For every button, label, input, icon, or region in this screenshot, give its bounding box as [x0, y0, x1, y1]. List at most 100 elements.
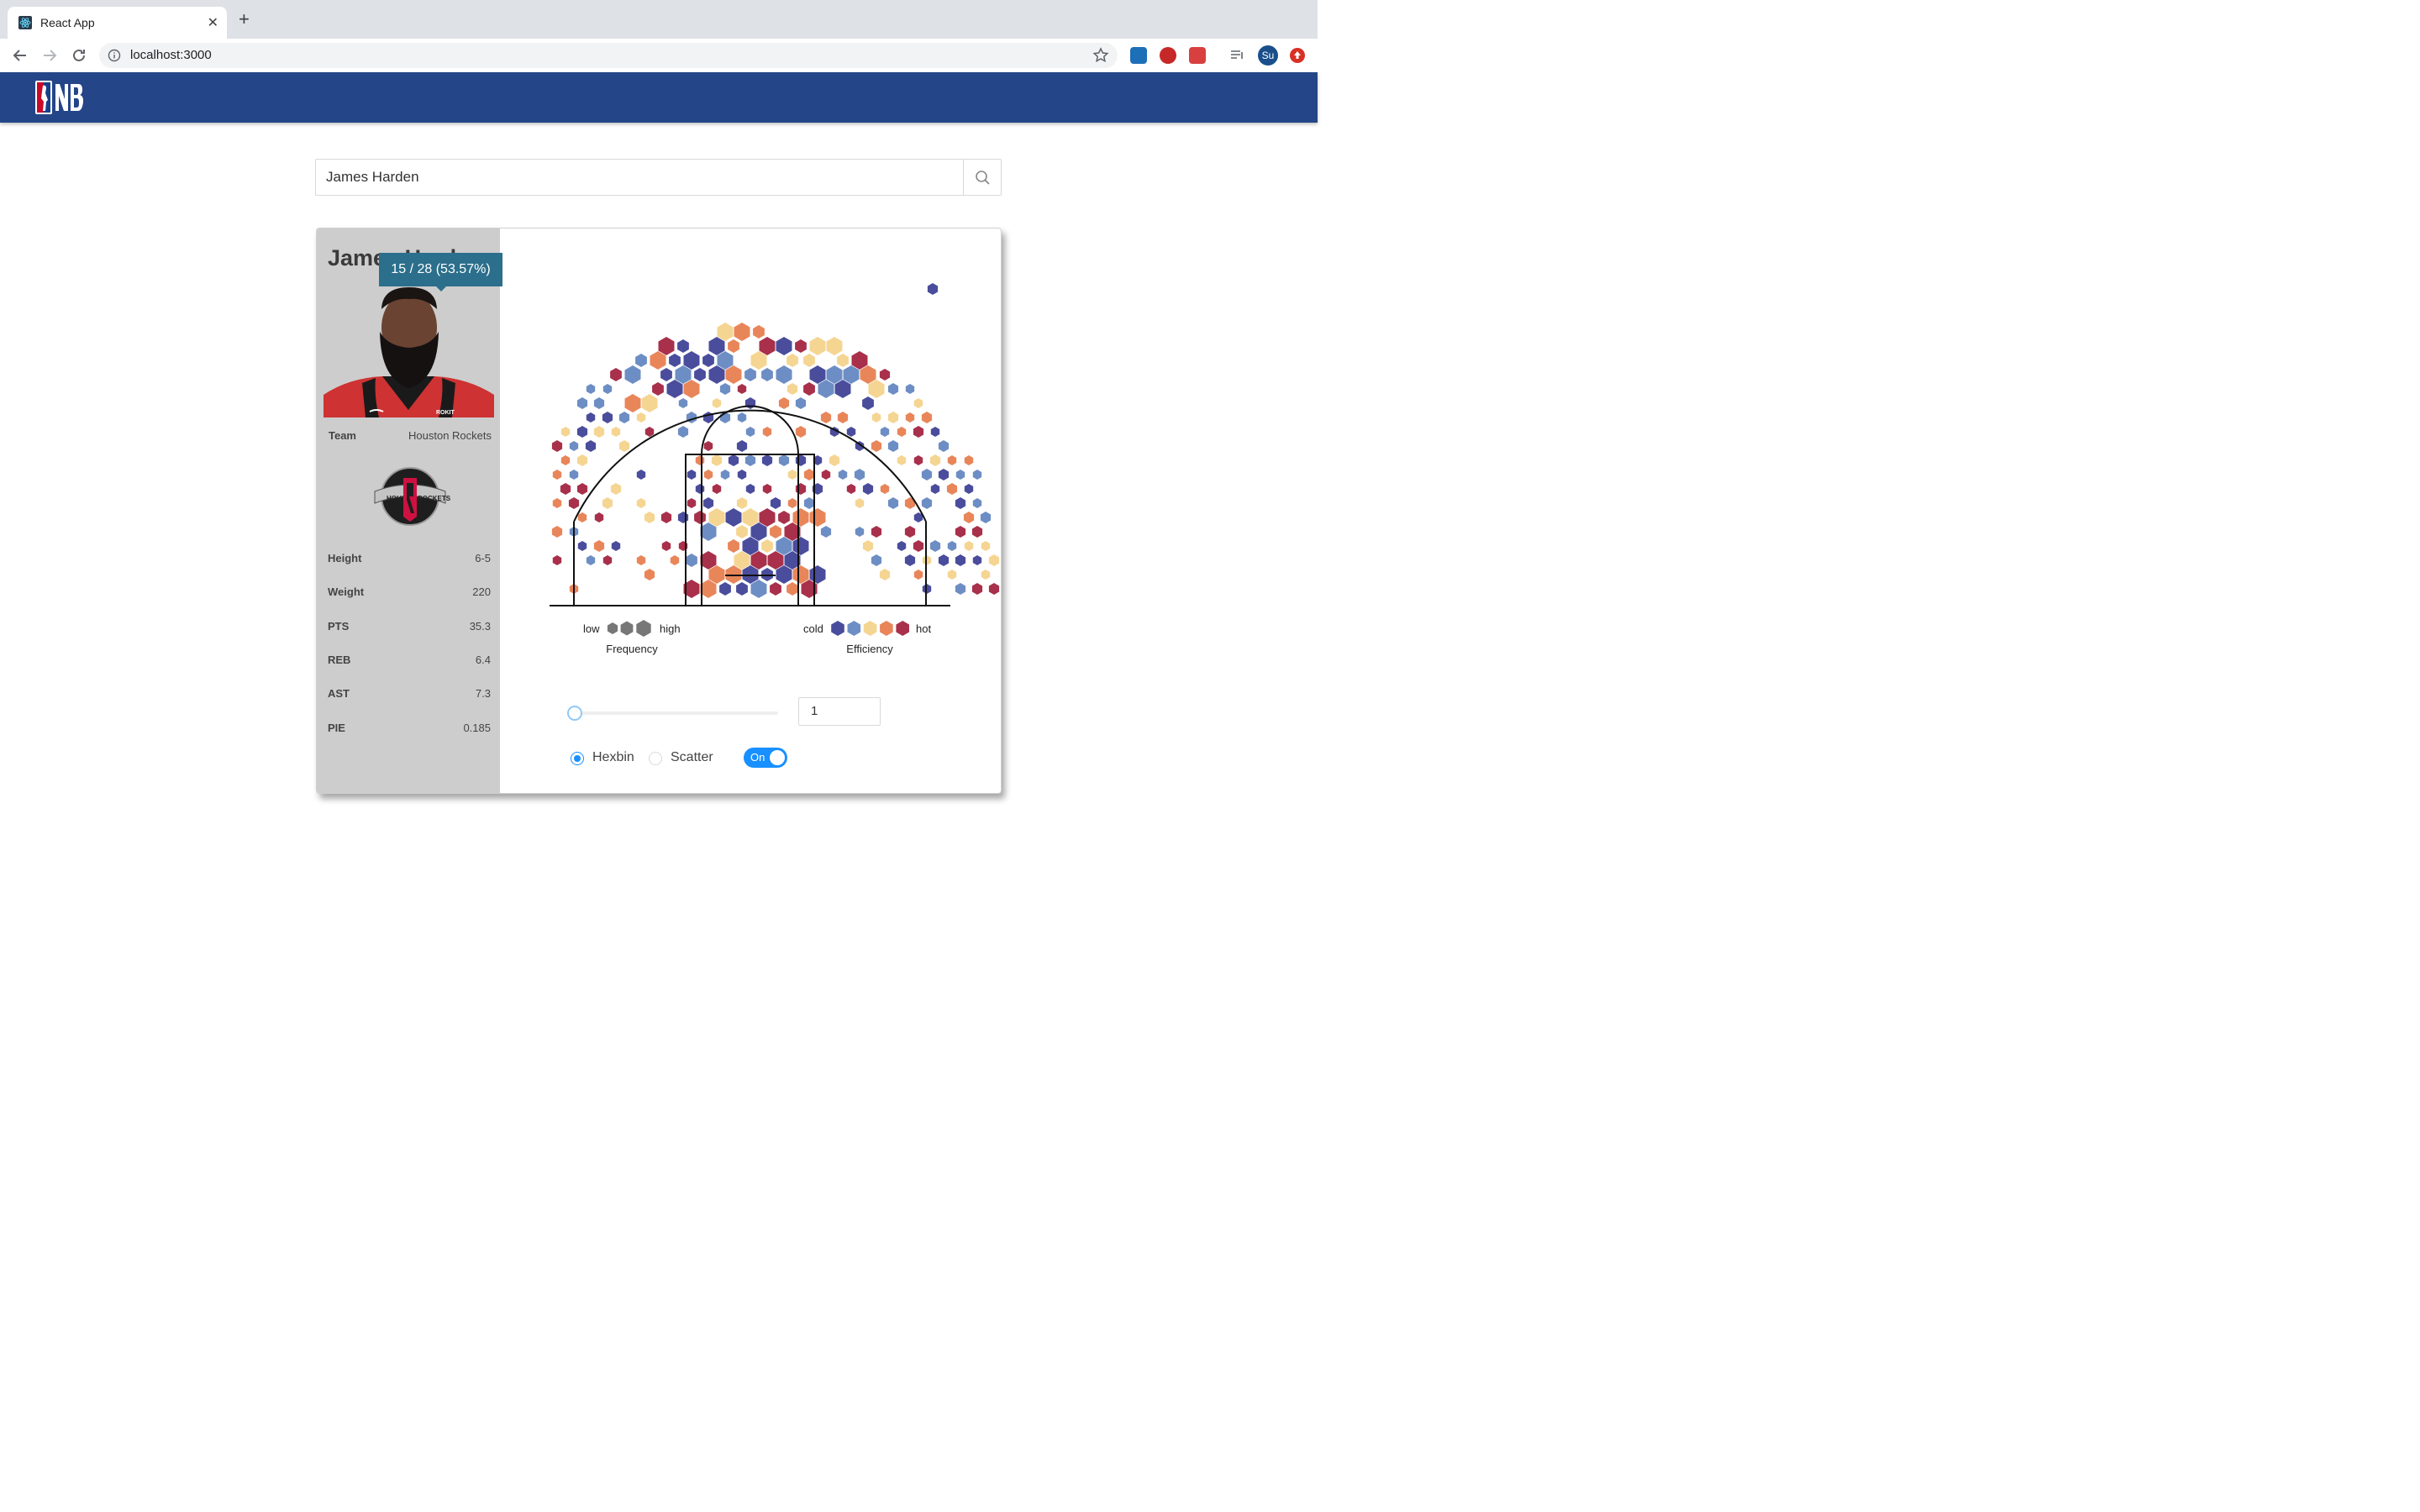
- hexbin[interactable]: [776, 337, 792, 355]
- hexbin[interactable]: [776, 365, 792, 384]
- hexbin[interactable]: [661, 541, 671, 551]
- hexbin[interactable]: [594, 512, 604, 522]
- hexbin[interactable]: [809, 337, 826, 355]
- hexbin[interactable]: [946, 483, 958, 495]
- hexbin[interactable]: [552, 470, 562, 480]
- hexbin[interactable]: [576, 454, 588, 466]
- hexbin[interactable]: [770, 582, 781, 596]
- hexbin[interactable]: [786, 383, 798, 395]
- hexbin[interactable]: [660, 368, 672, 381]
- profile-avatar[interactable]: Su: [1258, 45, 1278, 66]
- media-queue-icon[interactable]: [1229, 47, 1246, 64]
- hexbin[interactable]: [551, 440, 563, 452]
- hexbin[interactable]: [897, 455, 907, 465]
- hexbin[interactable]: [687, 498, 697, 508]
- back-arrow-icon[interactable]: [11, 46, 29, 65]
- hexbin[interactable]: [809, 565, 826, 584]
- hexbin[interactable]: [636, 620, 651, 637]
- hexbin[interactable]: [955, 583, 966, 595]
- hexbin[interactable]: [921, 469, 933, 480]
- hexbin[interactable]: [675, 365, 692, 384]
- hexbin[interactable]: [860, 365, 876, 384]
- hexbin[interactable]: [753, 325, 765, 339]
- hexbin[interactable]: [854, 469, 865, 480]
- hexbin[interactable]: [742, 537, 759, 555]
- hexbin[interactable]: [930, 484, 940, 494]
- hexbin[interactable]: [818, 380, 834, 398]
- nba-logo[interactable]: [35, 81, 94, 114]
- hexbin[interactable]: [683, 351, 700, 370]
- hexbin[interactable]: [750, 551, 767, 570]
- hexbin[interactable]: [711, 454, 723, 466]
- hexbin[interactable]: [938, 469, 950, 480]
- hexbin[interactable]: [677, 512, 689, 523]
- hexbin[interactable]: [734, 323, 750, 341]
- browser-tab[interactable]: React App ✕: [8, 7, 227, 39]
- hexbin[interactable]: [602, 555, 613, 565]
- hexbin[interactable]: [776, 537, 792, 555]
- hexbin[interactable]: [576, 397, 588, 409]
- hexbin[interactable]: [955, 526, 966, 538]
- hexbin[interactable]: [904, 526, 916, 538]
- hexbin[interactable]: [826, 337, 843, 355]
- hexbin[interactable]: [913, 426, 924, 438]
- hexbin[interactable]: [624, 365, 641, 384]
- hexbin[interactable]: [677, 426, 689, 438]
- hexbin[interactable]: [761, 454, 773, 466]
- hexbin[interactable]: [576, 426, 588, 438]
- hexbin[interactable]: [795, 397, 807, 409]
- hexbin[interactable]: [846, 484, 856, 494]
- hexbin[interactable]: [829, 454, 840, 466]
- hexbin[interactable]: [971, 583, 983, 595]
- hexbin[interactable]: [938, 554, 950, 566]
- scatter-radio-label[interactable]: Scatter: [671, 750, 713, 765]
- hexbin[interactable]: [700, 551, 717, 570]
- hexbin[interactable]: [607, 622, 618, 634]
- hexbin[interactable]: [904, 554, 916, 566]
- hexbin[interactable]: [905, 384, 915, 394]
- hexbin[interactable]: [988, 583, 1000, 595]
- hexbin[interactable]: [728, 539, 739, 553]
- hexbin[interactable]: [929, 454, 941, 466]
- hexbin[interactable]: [593, 397, 605, 409]
- hexbin[interactable]: [837, 412, 849, 423]
- hexbin[interactable]: [703, 441, 713, 451]
- hexbin[interactable]: [552, 498, 562, 508]
- reload-icon[interactable]: [70, 46, 88, 65]
- hexbin[interactable]: [955, 497, 966, 509]
- hexbin[interactable]: [947, 455, 957, 465]
- hexbin[interactable]: [787, 498, 797, 508]
- hexbin[interactable]: [759, 508, 776, 527]
- hexbin[interactable]: [708, 565, 725, 584]
- hexbin[interactable]: [981, 570, 991, 580]
- hexbin[interactable]: [761, 539, 773, 553]
- hexbin[interactable]: [720, 470, 730, 480]
- hexbin[interactable]: [569, 441, 579, 451]
- hexbin[interactable]: [683, 380, 700, 398]
- hexbin[interactable]: [610, 368, 622, 381]
- hexbin[interactable]: [635, 354, 647, 367]
- hexbin[interactable]: [792, 537, 809, 555]
- hexbin[interactable]: [843, 365, 860, 384]
- hexbin[interactable]: [745, 484, 755, 494]
- hexbin[interactable]: [712, 398, 722, 408]
- hexbin[interactable]: [871, 554, 882, 566]
- search-input[interactable]: [316, 160, 963, 195]
- hexbin[interactable]: [964, 455, 974, 465]
- new-tab-button[interactable]: +: [239, 10, 250, 29]
- hexbin[interactable]: [778, 454, 790, 466]
- hexbin[interactable]: [809, 365, 826, 384]
- hexbin[interactable]: [795, 483, 807, 495]
- hexbin[interactable]: [719, 582, 731, 596]
- hexbin[interactable]: [762, 427, 772, 437]
- hexbin[interactable]: [803, 469, 815, 480]
- hexbin[interactable]: [737, 384, 747, 394]
- hexbin[interactable]: [988, 554, 1000, 566]
- hexbin[interactable]: [750, 351, 767, 370]
- hexbin[interactable]: [552, 555, 562, 565]
- update-icon[interactable]: [1289, 47, 1306, 64]
- hexbin[interactable]: [620, 621, 634, 636]
- hexbin[interactable]: [602, 497, 613, 509]
- hexbin[interactable]: [851, 351, 868, 370]
- hexbin[interactable]: [871, 440, 882, 452]
